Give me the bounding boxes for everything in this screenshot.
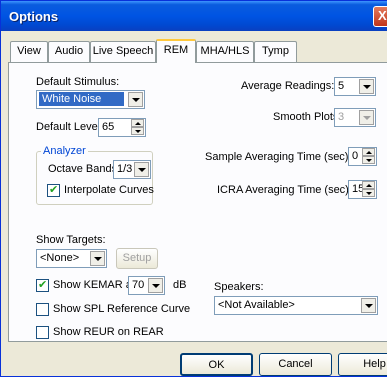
show-reur-label: Show REUR on REAR <box>53 326 164 338</box>
spin-up-icon[interactable] <box>362 148 375 156</box>
sample-averaging-value: 0 <box>352 150 359 162</box>
spin-down-icon[interactable] <box>362 189 375 197</box>
average-readings-value: 5 <box>338 80 345 92</box>
octave-bands-value: 1/3 <box>117 163 133 175</box>
tab-audio[interactable]: Audio <box>48 41 90 62</box>
window-title: Options <box>9 9 59 24</box>
smooth-plots-value: 3 <box>338 111 345 123</box>
title-bar[interactable]: Options X <box>1 1 387 31</box>
show-targets-value: <None> <box>40 252 80 264</box>
octave-bands-dropdown[interactable]: 1/3 <box>113 160 151 179</box>
speakers-dropdown[interactable]: <Not Available> <box>214 296 378 315</box>
default-level-spinner[interactable]: 65 <box>98 118 146 137</box>
default-level-label: Default Level: <box>36 121 104 133</box>
close-icon[interactable]: X <box>373 6 387 27</box>
dialog-client: View Audio Live Speech REM MHA/HLS Tymp … <box>1 31 387 376</box>
options-dialog: Options X View Audio Live Speech REM MHA… <box>0 0 387 377</box>
chevron-down-icon[interactable] <box>359 110 374 125</box>
icra-averaging-label: ICRA Averaging Time (sec): <box>217 184 352 196</box>
average-readings-label: Average Readings: <box>241 80 335 92</box>
tab-view[interactable]: View <box>10 41 48 62</box>
interpolate-curves-label: Interpolate Curves <box>64 184 154 196</box>
default-level-value: 65 <box>102 121 115 133</box>
show-targets-label: Show Targets: <box>36 234 106 246</box>
kemar-level-value: 70 <box>132 279 145 291</box>
spin-down-icon[interactable] <box>131 127 144 135</box>
tab-rem[interactable]: REM <box>156 39 196 63</box>
icra-averaging-spinner[interactable]: 15 <box>348 180 377 199</box>
tab-mha-hls[interactable]: MHA/HLS <box>196 41 254 62</box>
tab-tymp[interactable]: Tymp <box>254 41 297 62</box>
show-spl-reference-checkbox[interactable] <box>36 303 49 316</box>
default-stimulus-label: Default Stimulus: <box>36 76 120 88</box>
interpolate-curves-checkbox[interactable] <box>47 183 60 197</box>
kemar-unit-label: dB <box>173 279 187 291</box>
show-spl-reference-label: Show SPL Reference Curve <box>53 303 191 315</box>
spin-up-icon[interactable] <box>131 119 144 127</box>
sample-averaging-spinner[interactable]: 0 <box>348 147 377 166</box>
sample-averaging-label: Sample Averaging Time (sec): <box>205 151 352 163</box>
chevron-down-icon[interactable] <box>361 298 376 313</box>
kemar-level-dropdown[interactable]: 70 <box>128 276 165 295</box>
show-kemar-checkbox[interactable] <box>36 278 49 292</box>
chevron-down-icon[interactable] <box>128 92 143 107</box>
chevron-down-icon[interactable] <box>359 79 374 94</box>
chevron-down-icon[interactable] <box>148 278 163 293</box>
spin-up-icon[interactable] <box>362 181 375 189</box>
average-readings-dropdown[interactable]: 5 <box>334 77 376 96</box>
chevron-down-icon[interactable] <box>134 162 149 177</box>
show-reur-checkbox[interactable] <box>36 326 49 339</box>
cancel-button[interactable]: Cancel <box>259 353 332 376</box>
octave-bands-label: Octave Bands: <box>48 163 121 175</box>
default-stimulus-dropdown[interactable]: White Noise <box>36 90 145 109</box>
spin-down-icon[interactable] <box>362 156 375 164</box>
tab-live-speech[interactable]: Live Speech <box>90 41 156 62</box>
smooth-plots-dropdown[interactable]: 3 <box>334 108 376 127</box>
show-targets-dropdown[interactable]: <None> <box>36 249 107 268</box>
default-stimulus-value: White Noise <box>39 92 124 106</box>
analyzer-group-title: Analyzer <box>41 145 88 157</box>
show-kemar-label: Show KEMAR at <box>53 279 135 291</box>
setup-button[interactable]: Setup <box>116 248 158 269</box>
smooth-plots-label: Smooth Plots: <box>273 111 342 123</box>
help-button[interactable]: Help <box>338 353 387 376</box>
speakers-label: Speakers: <box>214 281 264 293</box>
ok-button[interactable]: OK <box>180 353 253 376</box>
chevron-down-icon[interactable] <box>90 251 105 266</box>
speakers-value: <Not Available> <box>218 299 295 311</box>
rem-tab-panel: Default Stimulus: White Noise Default Le… <box>8 62 387 342</box>
